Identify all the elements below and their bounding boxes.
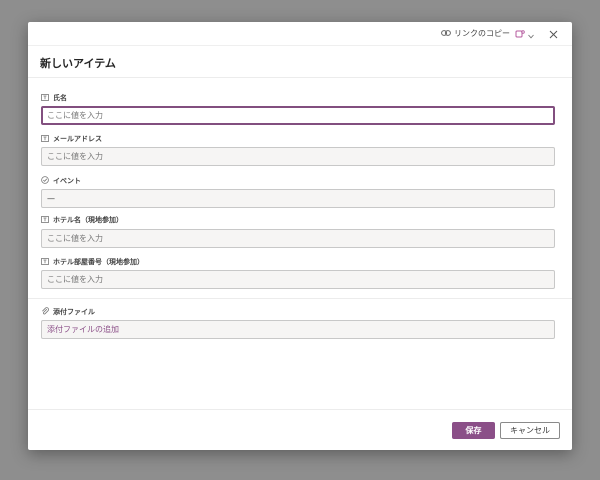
paperclip-icon [41, 307, 49, 317]
hotel-name-input[interactable]: ここに値を入力 [41, 229, 555, 248]
field-label-name: 氏名 [41, 93, 67, 103]
chevron-down-icon [528, 24, 534, 43]
field-label-email: メールアドレス [41, 134, 102, 144]
dialog-title: 新しいアイテム [40, 57, 116, 70]
dialog-footer: 保存 キャンセル [28, 409, 572, 450]
close-button[interactable] [549, 27, 558, 39]
name-input[interactable]: ここに値を入力 [41, 106, 555, 125]
dialog-topbar: リンクのコピー [28, 22, 572, 46]
teams-share-button[interactable] [515, 27, 534, 39]
event-select[interactable]: — [41, 189, 555, 208]
email-input[interactable]: ここに値を入力 [41, 147, 555, 166]
text-field-icon [41, 93, 49, 103]
close-icon [549, 24, 558, 43]
add-attachment-button[interactable]: 添付ファイルの追加 [41, 320, 555, 339]
text-field-icon [41, 134, 49, 144]
field-label-hotel-name: ホテル名（現地参加） [41, 215, 123, 225]
save-button[interactable]: 保存 [452, 422, 495, 439]
teams-icon [515, 24, 525, 43]
copy-link-button[interactable]: リンクのコピー [441, 27, 510, 40]
copy-link-label: リンクのコピー [454, 29, 510, 38]
dialog-header: 新しいアイテム [28, 45, 572, 78]
new-item-dialog: リンクのコピー 新しいアイテム 氏名 ここに値を入力 メールアドレス ここに値を… [28, 22, 572, 450]
cancel-button[interactable]: キャンセル [500, 422, 560, 439]
link-icon [441, 29, 451, 39]
field-label-hotel-room: ホテル部屋番号（現地参加） [41, 257, 144, 267]
hotel-room-input[interactable]: ここに値を入力 [41, 270, 555, 289]
field-label-event: イベント [41, 176, 81, 186]
attachments-label: 添付ファイル [41, 307, 95, 317]
choice-icon [41, 176, 49, 186]
text-field-icon [41, 215, 49, 225]
text-field-icon [41, 257, 49, 267]
section-divider [28, 298, 572, 299]
